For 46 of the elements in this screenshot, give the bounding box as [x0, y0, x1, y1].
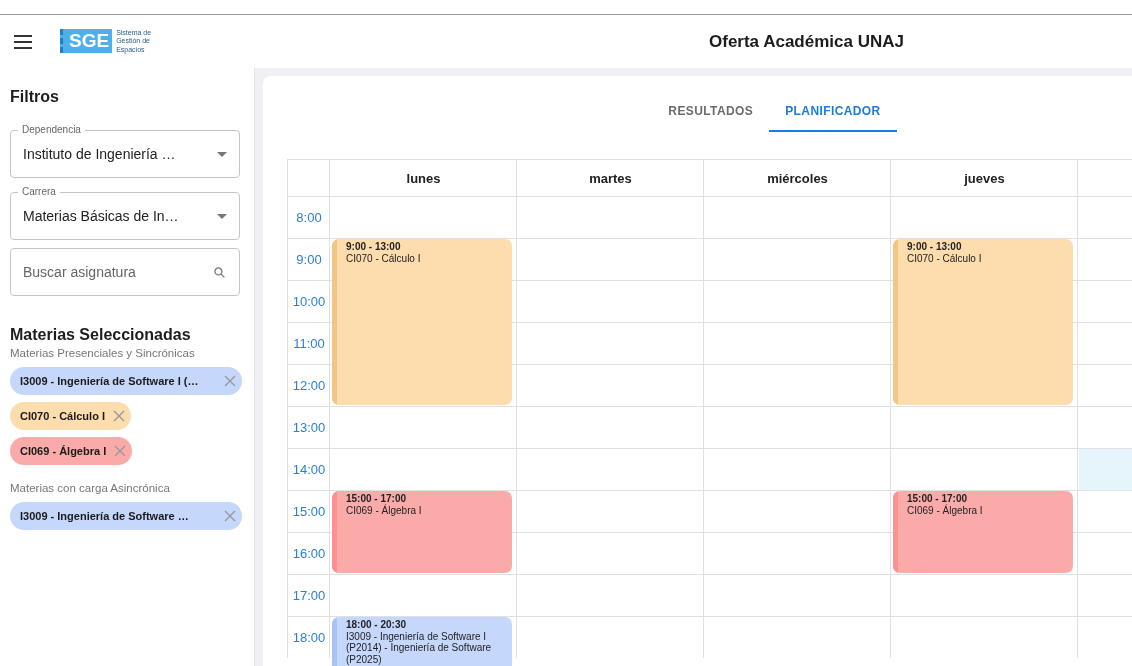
- group-subtitle: Materias Presenciales y Sincrónicas: [10, 347, 196, 359]
- grid-cell[interactable]: [1079, 448, 1132, 490]
- hour-label: 12:00: [291, 377, 327, 395]
- hour-label: 11:00: [292, 335, 326, 353]
- day-header: miércoles: [766, 169, 829, 188]
- field-label: Carrera: [18, 186, 60, 198]
- filters-heading: Filtros: [10, 88, 60, 106]
- select-value: Instituto de Ingeniería …: [23, 146, 177, 162]
- remove-icon[interactable]: [224, 375, 236, 387]
- field-label: Dependencia: [18, 124, 85, 136]
- remove-icon[interactable]: [224, 510, 236, 522]
- menu-icon[interactable]: [14, 34, 32, 49]
- day-header: martes: [588, 169, 633, 188]
- hour-label: 9:00: [295, 251, 323, 269]
- hour-label: 17:00: [291, 587, 327, 605]
- caret-icon: [217, 213, 227, 219]
- tab[interactable]: RESULTADOS: [652, 90, 770, 132]
- selected-heading: Materias Seleccionadas: [10, 326, 192, 344]
- search-icon: [213, 266, 226, 279]
- remove-icon[interactable]: [114, 445, 127, 457]
- hour-label: 8:00: [295, 209, 323, 227]
- hour-label: 14:00: [291, 461, 327, 479]
- class-event[interactable]: 15:00 - 17:00 CI069 - Álgebra I: [332, 491, 512, 573]
- select-value: Materias Básicas de In…: [23, 208, 180, 224]
- group-subtitle: Materias con carga Asincrónica: [10, 482, 171, 494]
- search-field[interactable]: Buscar asignatura: [10, 248, 240, 296]
- caret-icon: [217, 151, 227, 157]
- class-event[interactable]: 15:00 - 17:00 CI069 - Álgebra I: [893, 491, 1073, 573]
- subject-chip[interactable]: CI070 - Cálculo I: [10, 402, 131, 430]
- class-event[interactable]: 9:00 - 13:00 CI070 - Cálculo I: [893, 239, 1073, 405]
- page-title: Oferta Académica UNAJ: [709, 31, 904, 52]
- day-header: lunes: [405, 169, 442, 188]
- tab[interactable]: PLANIFICADOR: [769, 90, 897, 132]
- class-event[interactable]: 9:00 - 13:00 CI070 - Cálculo I: [332, 239, 512, 405]
- class-event[interactable]: 18:00 - 20:30 I3009 - Ingeniería de Software I (P2014) - Ingeniería de Software (P2025): [332, 617, 512, 666]
- subject-chip[interactable]: I3009 - Ingeniería de Software I (…: [10, 367, 242, 395]
- day-header: jueves: [963, 169, 1006, 188]
- logo-text: SGE: [60, 29, 113, 54]
- hour-label: 10:00: [291, 293, 327, 311]
- hour-label: 18:00: [291, 629, 327, 647]
- remove-icon[interactable]: [113, 410, 125, 422]
- hour-label: 15:00: [291, 503, 327, 521]
- subject-chip[interactable]: I3009 - Ingeniería de Software …: [10, 502, 242, 530]
- hour-label: 13:00: [291, 419, 327, 437]
- hour-label: 16:00: [291, 545, 327, 563]
- subject-chip[interactable]: CI069 - Álgebra I: [10, 437, 133, 465]
